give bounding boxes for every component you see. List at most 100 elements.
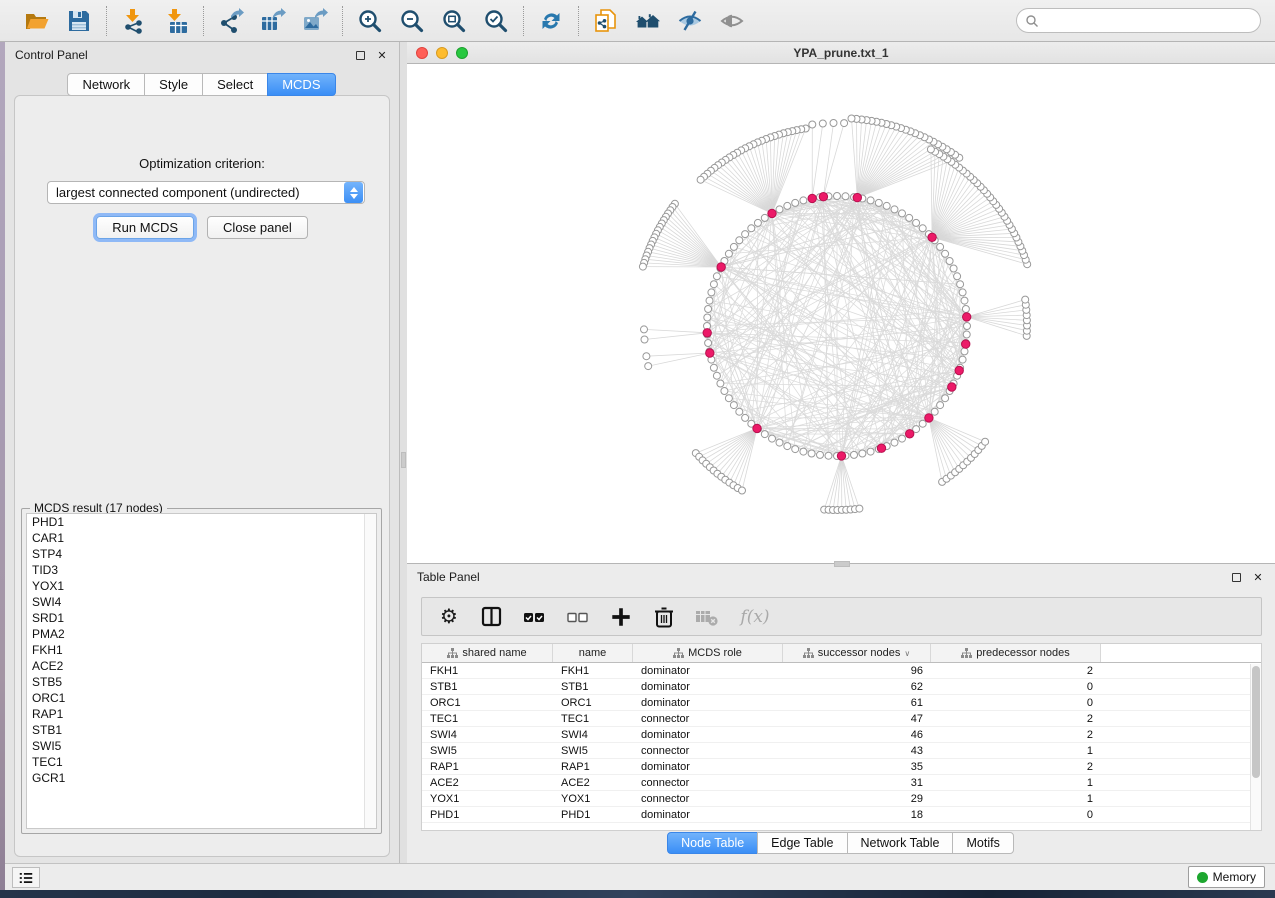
table-row[interactable]: TEC1TEC1connector472 xyxy=(422,711,1261,727)
mcds-result-item[interactable]: GCR1 xyxy=(27,770,376,786)
table-row[interactable]: YOX1YOX1connector291 xyxy=(422,791,1261,807)
mcds-result-item[interactable]: FKH1 xyxy=(27,642,376,658)
export-table-icon[interactable] xyxy=(259,7,287,35)
close-table-panel-icon[interactable]: ✕ xyxy=(1251,570,1265,584)
network-graph[interactable] xyxy=(407,64,1275,563)
table-row[interactable]: SWI5SWI5connector431 xyxy=(422,743,1261,759)
table-row[interactable]: ACE2ACE2connector311 xyxy=(422,775,1261,791)
close-panel-icon[interactable]: ✕ xyxy=(375,48,389,62)
tab-motifs[interactable]: Motifs xyxy=(952,832,1013,854)
table-scrollbar[interactable] xyxy=(1250,664,1261,830)
task-history-button[interactable] xyxy=(12,867,40,888)
mcds-result-item[interactable]: SWI4 xyxy=(27,594,376,610)
column-header-label: MCDS role xyxy=(688,647,742,659)
network-window-titlebar[interactable]: YPA_prune.txt_1 xyxy=(407,42,1275,64)
search-input[interactable] xyxy=(1039,11,1260,31)
sort-desc-icon: ∨ xyxy=(904,649,910,658)
memory-status-icon xyxy=(1197,872,1208,883)
show-columns-icon[interactable] xyxy=(480,605,504,629)
mcds-result-item[interactable]: STB1 xyxy=(27,722,376,738)
zoom-selected-icon[interactable] xyxy=(482,7,510,35)
table-row[interactable]: STB1STB1dominator620 xyxy=(422,679,1261,695)
attribute-type-icon xyxy=(673,648,684,659)
mcds-result-list[interactable]: PHD1CAR1STP4TID3YOX1SWI4SRD1PMA2FKH1ACE2… xyxy=(26,513,377,829)
deselect-all-icon[interactable] xyxy=(566,605,590,629)
cell-shared-name: FKH1 xyxy=(422,663,553,678)
refresh-icon[interactable] xyxy=(537,7,565,35)
cell-MCDS-role: dominator xyxy=(633,679,783,694)
tab-node-table[interactable]: Node Table xyxy=(667,832,758,854)
mcds-result-item[interactable]: RAP1 xyxy=(27,706,376,722)
save-icon[interactable] xyxy=(65,7,93,35)
delete-column-icon[interactable] xyxy=(652,605,676,629)
column-header-label: name xyxy=(579,647,607,659)
mcds-result-item[interactable]: PHD1 xyxy=(27,514,376,530)
network-canvas[interactable] xyxy=(407,64,1275,563)
zoom-fit-icon[interactable] xyxy=(440,7,468,35)
float-table-panel-icon[interactable] xyxy=(1229,570,1243,584)
vertical-splitter[interactable] xyxy=(400,42,407,863)
export-image-icon[interactable] xyxy=(301,7,329,35)
mcds-result-item[interactable]: ORC1 xyxy=(27,690,376,706)
export-network-icon[interactable] xyxy=(217,7,245,35)
tab-select[interactable]: Select xyxy=(202,73,268,96)
tab-style[interactable]: Style xyxy=(144,73,203,96)
tab-network[interactable]: Network xyxy=(67,73,145,96)
table-panel-tabs: Node TableEdge TableNetwork TableMotifs xyxy=(407,832,1275,854)
float-panel-icon[interactable] xyxy=(353,48,367,62)
function-builder-icon: f(x) xyxy=(738,605,772,629)
close-panel-button[interactable]: Close panel xyxy=(207,216,308,239)
clone-network-icon[interactable] xyxy=(592,7,620,35)
run-mcds-button[interactable]: Run MCDS xyxy=(96,216,194,239)
mcds-result-item[interactable]: YOX1 xyxy=(27,578,376,594)
import-table-icon[interactable] xyxy=(162,7,190,35)
open-file-icon[interactable] xyxy=(23,7,51,35)
column-header-predecessor-nodes[interactable]: predecessor nodes xyxy=(931,644,1101,662)
mcds-result-item[interactable]: PMA2 xyxy=(27,626,376,642)
tab-mcds[interactable]: MCDS xyxy=(267,73,335,96)
column-header-label: successor nodes xyxy=(818,647,901,659)
column-header-name[interactable]: name xyxy=(553,644,633,662)
cell-name: FKH1 xyxy=(553,663,633,678)
network-title: YPA_prune.txt_1 xyxy=(407,46,1275,60)
zoom-out-icon[interactable] xyxy=(398,7,426,35)
first-neighbors-icon[interactable] xyxy=(634,7,662,35)
table-row[interactable]: ORC1ORC1dominator610 xyxy=(422,695,1261,711)
table-panel-title: Table Panel xyxy=(417,570,1221,584)
mcds-list-scrollbar[interactable] xyxy=(364,514,376,828)
cell-MCDS-role: dominator xyxy=(633,807,783,822)
show-hide-graphics-icon[interactable] xyxy=(676,7,704,35)
mcds-result-item[interactable]: ACE2 xyxy=(27,658,376,674)
horizontal-splitter-grip[interactable] xyxy=(834,561,850,567)
search-box[interactable] xyxy=(1016,8,1261,33)
mcds-result-group: MCDS result (17 nodes) PHD1CAR1STP4TID3Y… xyxy=(21,508,382,834)
cell-predecessor-nodes: 2 xyxy=(931,663,1101,678)
splitter-grip[interactable] xyxy=(401,452,406,468)
cell-successor-nodes: 31 xyxy=(783,775,931,790)
bird-eye-view-icon[interactable] xyxy=(718,7,746,35)
table-row[interactable]: FKH1FKH1dominator962 xyxy=(422,663,1261,679)
tab-network-table[interactable]: Network Table xyxy=(847,832,954,854)
scrollbar-thumb[interactable] xyxy=(1252,666,1260,778)
import-network-icon[interactable] xyxy=(120,7,148,35)
add-column-icon[interactable] xyxy=(609,605,633,629)
mcds-result-item[interactable]: CAR1 xyxy=(27,530,376,546)
mcds-result-item[interactable]: STP4 xyxy=(27,546,376,562)
mcds-result-item[interactable]: TID3 xyxy=(27,562,376,578)
select-all-icon[interactable] xyxy=(523,605,547,629)
column-header-successor-nodes[interactable]: successor nodes∨ xyxy=(783,644,931,662)
table-row[interactable]: SWI4SWI4dominator462 xyxy=(422,727,1261,743)
mcds-result-item[interactable]: TEC1 xyxy=(27,754,376,770)
column-header-shared-name[interactable]: shared name xyxy=(422,644,553,662)
criterion-dropdown[interactable]: largest connected component (undirected) xyxy=(47,181,365,204)
mcds-result-item[interactable]: SRD1 xyxy=(27,610,376,626)
zoom-in-icon[interactable] xyxy=(356,7,384,35)
mcds-result-item[interactable]: STB5 xyxy=(27,674,376,690)
memory-button[interactable]: Memory xyxy=(1188,866,1265,888)
table-settings-gear-icon[interactable]: ⚙ xyxy=(437,605,461,629)
table-row[interactable]: RAP1RAP1dominator352 xyxy=(422,759,1261,775)
mcds-result-item[interactable]: SWI5 xyxy=(27,738,376,754)
table-row[interactable]: PHD1PHD1dominator180 xyxy=(422,807,1261,823)
tab-edge-table[interactable]: Edge Table xyxy=(757,832,847,854)
column-header-MCDS-role[interactable]: MCDS role xyxy=(633,644,783,662)
